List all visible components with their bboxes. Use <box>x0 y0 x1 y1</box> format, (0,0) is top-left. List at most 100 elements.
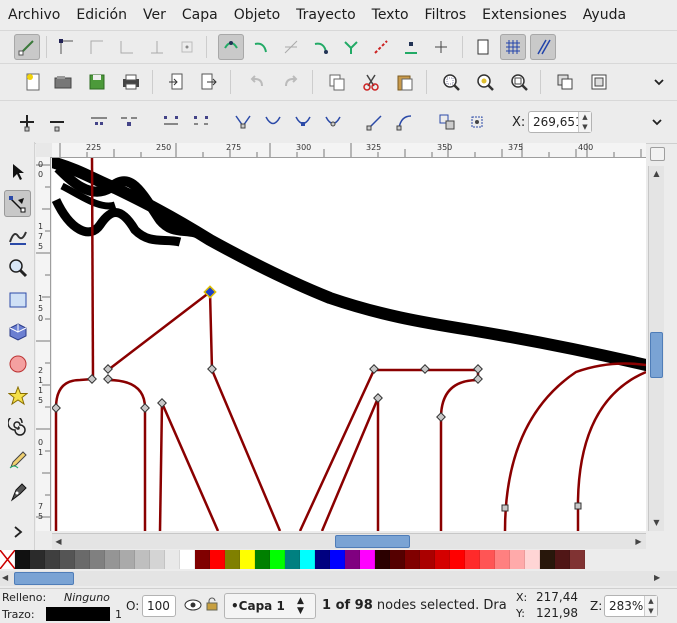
color-swatch[interactable] <box>105 550 120 569</box>
drawing-canvas[interactable] <box>52 158 646 531</box>
snap-page-icon[interactable] <box>470 34 496 60</box>
3d-box-tool-icon[interactable] <box>4 318 31 345</box>
cusp-node-icon[interactable] <box>230 109 256 135</box>
snap-paths-icon[interactable] <box>218 34 244 60</box>
group-icon[interactable] <box>586 69 612 95</box>
stroke-to-path-icon[interactable] <box>464 109 490 135</box>
color-swatch[interactable] <box>435 550 450 569</box>
horizontal-scrollbar[interactable]: ◀ ▶ <box>52 533 646 549</box>
print-icon[interactable] <box>118 69 144 95</box>
node-tool-icon[interactable] <box>4 190 31 217</box>
zoom-stepper[interactable]: ▲ ▼ <box>644 596 657 616</box>
toggle-visibility-icon[interactable] <box>184 598 202 616</box>
color-swatch[interactable] <box>150 550 165 569</box>
redo-icon[interactable] <box>278 69 304 95</box>
menu-item-0[interactable]: Archivo <box>0 0 68 30</box>
import-icon[interactable] <box>164 69 190 95</box>
color-swatch[interactable] <box>555 550 570 569</box>
zoom-selection-icon[interactable] <box>438 69 464 95</box>
zoom-page-icon[interactable] <box>506 69 532 95</box>
rectangle-tool-icon[interactable] <box>4 286 31 313</box>
menu-item-4[interactable]: Objeto <box>226 0 288 30</box>
toolbar-overflow-chevron-icon[interactable] <box>646 69 672 95</box>
color-swatch[interactable] <box>270 550 285 569</box>
menu-item-9[interactable]: Ayuda <box>575 0 634 30</box>
new-document-icon[interactable] <box>20 69 46 95</box>
fill-value[interactable]: Ninguno <box>64 591 110 604</box>
opacity-input[interactable]: 100 <box>142 595 176 617</box>
menu-item-8[interactable]: Extensiones <box>474 0 575 30</box>
snap-to-path-icon[interactable] <box>248 34 274 60</box>
palette-scroll-thumb[interactable] <box>14 572 74 585</box>
color-swatch[interactable] <box>345 550 360 569</box>
color-swatch[interactable] <box>390 550 405 569</box>
tweak-tool-icon[interactable] <box>4 222 31 249</box>
palette-scroll-left-icon[interactable]: ◀ <box>2 573 8 582</box>
snap-line-icon[interactable] <box>368 34 394 60</box>
color-swatch[interactable] <box>165 550 180 569</box>
snap-center-icon[interactable] <box>174 34 200 60</box>
snap-corner-icon[interactable] <box>114 34 140 60</box>
join-segment-icon[interactable] <box>158 109 184 135</box>
zoom-tool-icon[interactable] <box>4 254 31 281</box>
spiral-tool-icon[interactable] <box>4 414 31 441</box>
menu-item-7[interactable]: Filtros <box>417 0 475 30</box>
color-swatch[interactable] <box>510 550 525 569</box>
menu-item-3[interactable]: Capa <box>174 0 226 30</box>
undo-icon[interactable] <box>244 69 270 95</box>
color-swatch[interactable] <box>285 550 300 569</box>
color-swatch[interactable] <box>405 550 420 569</box>
delete-node-icon[interactable] <box>44 109 70 135</box>
ellipse-tool-icon[interactable] <box>4 350 31 377</box>
color-swatch[interactable] <box>315 550 330 569</box>
scroll-down-icon[interactable]: ▼ <box>650 516 663 529</box>
open-document-icon[interactable] <box>50 69 76 95</box>
lock-layer-icon[interactable] <box>206 597 218 615</box>
duplicate-icon[interactable] <box>552 69 578 95</box>
color-swatch[interactable] <box>75 550 90 569</box>
color-swatch[interactable] <box>180 550 195 569</box>
color-swatch[interactable] <box>45 550 60 569</box>
snap-grid-icon[interactable] <box>500 34 526 60</box>
snap-nodes-icon[interactable] <box>54 34 80 60</box>
color-swatch[interactable] <box>225 550 240 569</box>
horizontal-scroll-thumb[interactable] <box>335 535 410 548</box>
color-swatch[interactable] <box>210 550 225 569</box>
insert-node-icon[interactable] <box>14 109 40 135</box>
scroll-left-icon[interactable]: ◀ <box>52 535 65 548</box>
star-tool-icon[interactable] <box>4 382 31 409</box>
auto-smooth-node-icon[interactable] <box>320 109 346 135</box>
controls-overflow-chevron-icon[interactable] <box>644 109 670 135</box>
color-swatch[interactable] <box>450 550 465 569</box>
color-swatch[interactable] <box>120 550 135 569</box>
pencil-tool-icon[interactable] <box>4 446 31 473</box>
color-swatch[interactable] <box>375 550 390 569</box>
x-coordinate-input[interactable]: 269,651 ▲ ▼ <box>528 111 592 133</box>
symmetric-node-icon[interactable] <box>290 109 316 135</box>
snap-cusp-icon[interactable] <box>338 34 364 60</box>
menu-item-2[interactable]: Ver <box>135 0 174 30</box>
snap-guide-icon[interactable] <box>530 34 556 60</box>
node-editor-toggle-icon[interactable] <box>14 34 40 60</box>
snap-smooth-icon[interactable] <box>308 34 334 60</box>
color-swatch[interactable] <box>420 550 435 569</box>
snap-object-center-icon[interactable] <box>398 34 424 60</box>
menu-item-6[interactable]: Texto <box>364 0 417 30</box>
color-swatch[interactable] <box>540 550 555 569</box>
pen-tool-icon[interactable] <box>4 478 31 505</box>
toolbox-more-icon[interactable] <box>4 518 31 545</box>
palette-scrollbar[interactable]: ◀ ▶ <box>0 571 677 586</box>
smooth-node-icon[interactable] <box>260 109 286 135</box>
color-swatch[interactable] <box>30 550 45 569</box>
vertical-ruler[interactable]: 0 0 1 7 5 1 5 0 2 1 1 5 0 1 7 5 <box>36 157 51 531</box>
vertical-scrollbar[interactable]: ▲ ▼ <box>648 166 664 531</box>
segment-curve-icon[interactable] <box>392 109 418 135</box>
color-swatch[interactable] <box>60 550 75 569</box>
break-path-icon[interactable] <box>116 109 142 135</box>
color-swatch[interactable] <box>360 550 375 569</box>
color-swatch[interactable] <box>195 550 210 569</box>
color-swatch[interactable] <box>465 550 480 569</box>
save-document-icon[interactable] <box>84 69 110 95</box>
x-coordinate-stepper[interactable]: ▲ ▼ <box>578 112 591 132</box>
scroll-up-icon[interactable]: ▲ <box>650 167 663 180</box>
